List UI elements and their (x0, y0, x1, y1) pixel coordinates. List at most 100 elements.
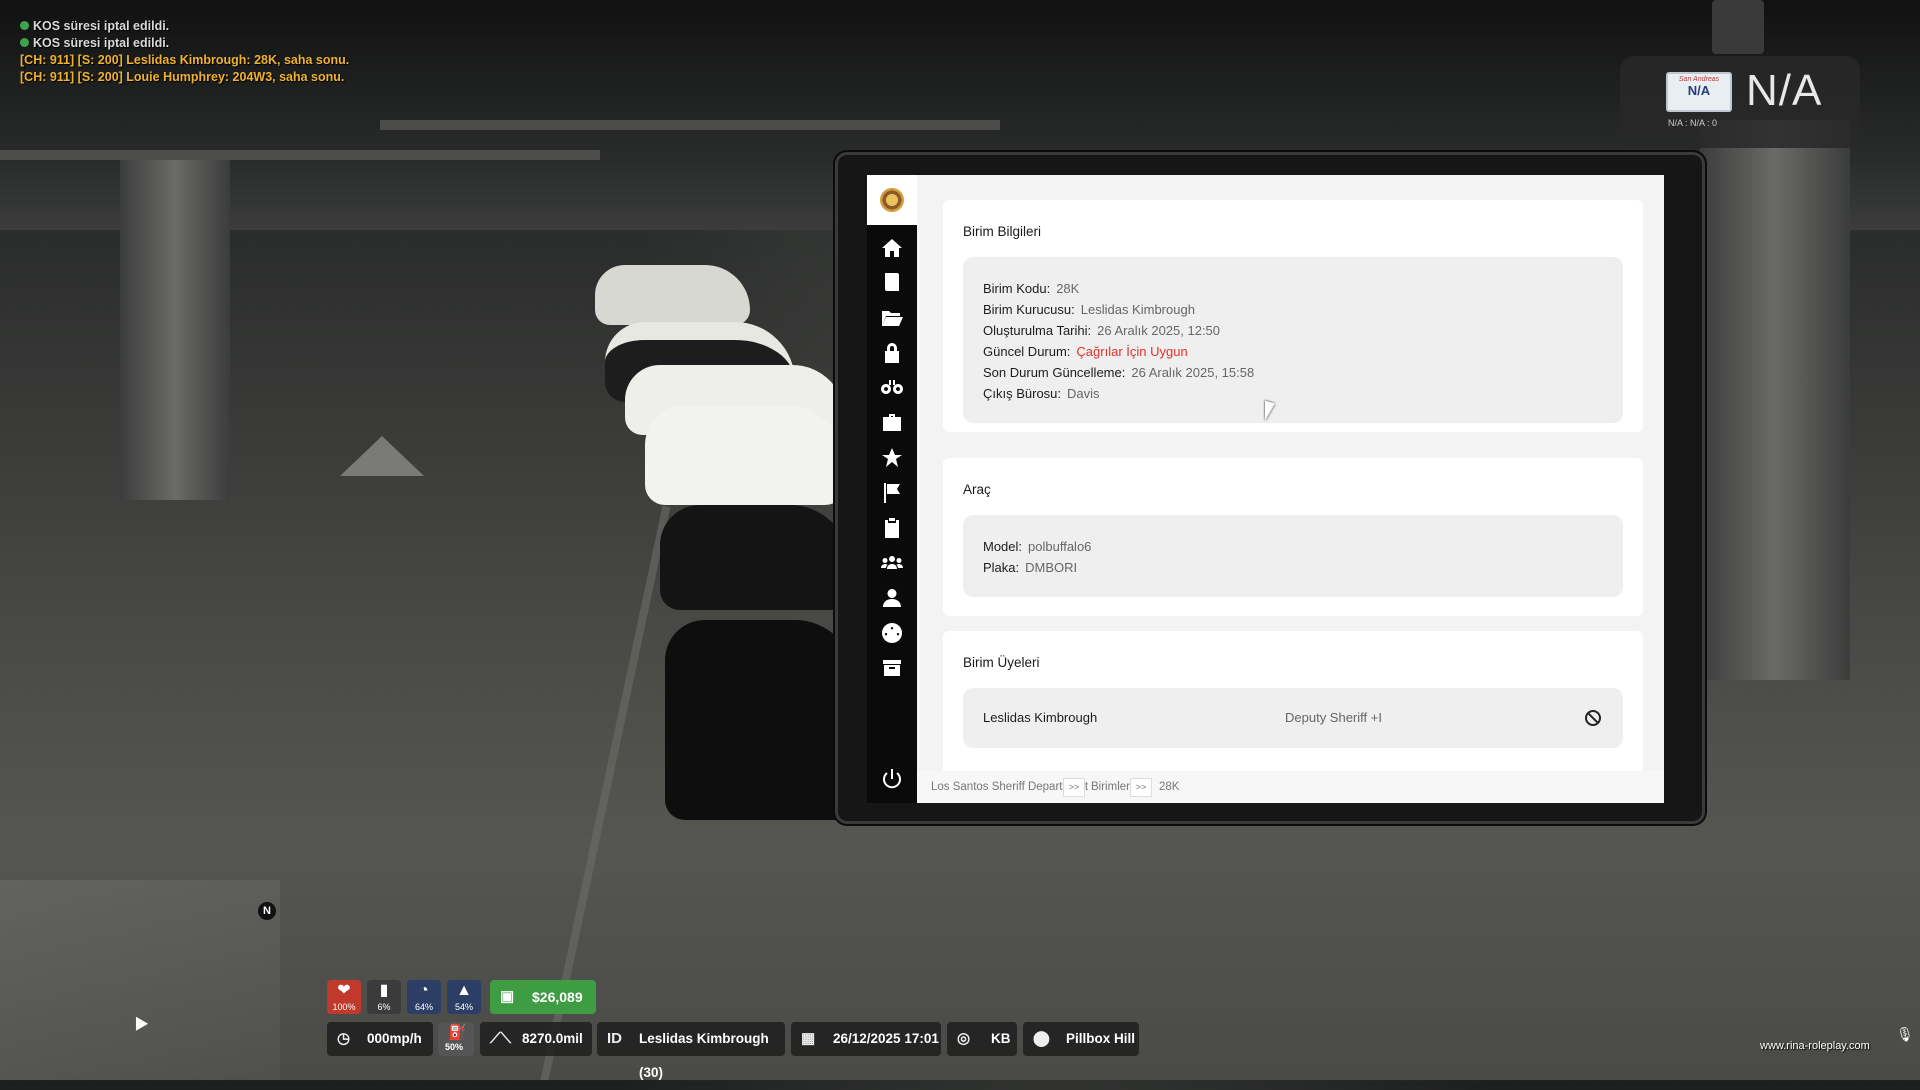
user-icon (883, 589, 901, 607)
armor-icon: ▮ (379, 982, 389, 999)
fuel-display: ⛽ 50% (438, 1022, 474, 1056)
status-badge: Çağrılar İçin Uygun (1076, 344, 1188, 359)
money-display: ▣ $26,089 (490, 980, 596, 1014)
unit-status-row: Güncel Durum: Çağrılar İçin Uygun (983, 344, 1188, 359)
road-icon: ⟋⟍ (490, 1030, 512, 1047)
vehicle-title: Araç (963, 482, 991, 497)
breadcrumb-item[interactable]: 28K (1159, 781, 1179, 793)
vehicle-plate-row: Plaka: DMBORI (983, 560, 1078, 575)
unit-updated-row: Son Durum Güncelleme: 26 Aralık 2025, 15:… (983, 365, 1255, 380)
badge-icon (880, 188, 904, 212)
speedometer-icon: ◷ (337, 1030, 351, 1047)
sheriff-badge-logo[interactable] (867, 175, 917, 225)
mouse-cursor-icon (1265, 400, 1275, 424)
ceiling-beam (0, 150, 600, 160)
folder-open-icon (882, 311, 903, 326)
sidebar-item-reports[interactable] (867, 269, 917, 297)
armor-stat: ▮ 6% (367, 980, 401, 1014)
breadcrumb-item[interactable]: Birimler (1091, 781, 1130, 793)
sidebar-item-flags[interactable] (867, 479, 917, 507)
police-car (665, 620, 855, 820)
datetime-display: ▦ 26/12/2025 17:01 (791, 1022, 941, 1056)
sidebar-item-home[interactable] (867, 234, 917, 262)
status-dot-icon (20, 21, 29, 30)
license-plate: San Andreas N/A (1666, 72, 1732, 112)
sidebar-item-archive[interactable] (867, 654, 917, 682)
sidebar-item-favorites[interactable] (867, 444, 917, 472)
unit-office-row: Çıkış Bürosu: Davis (983, 386, 1100, 401)
minimap-north-icon: N (258, 902, 276, 920)
sidebar (867, 175, 917, 803)
star-icon (882, 448, 902, 467)
police-car (645, 405, 845, 505)
direction-display: ◎ KB (947, 1022, 1017, 1056)
binoculars-icon (881, 380, 904, 394)
plate-reader (1620, 56, 1860, 148)
plate-reader-mount (1712, 0, 1764, 54)
server-website: www.rina-roleplay.com (1760, 1040, 1870, 1052)
main-content: Birim Bilgileri Birim Kodu: 28K Birim Kur… (917, 175, 1664, 771)
sidebar-item-groups[interactable] (867, 549, 917, 577)
food-icon: ◔ (419, 982, 429, 999)
status-dot-icon (20, 38, 29, 47)
members-card: Birim Üyeleri Leslidas Kimbrough Deputy … (943, 631, 1643, 771)
table-row[interactable]: Leslidas Kimbrough Deputy Sheriff +I (963, 688, 1623, 748)
microphone-icon: 🎙 (1896, 1026, 1914, 1042)
lock-icon (885, 343, 899, 363)
police-car (660, 505, 850, 610)
police-van (595, 265, 750, 325)
hunger-stat: ◔ 64% (407, 980, 441, 1014)
id-icon: ID (607, 1030, 622, 1047)
chat-line: [CH: 911] [S: 200] Louie Humphrey: 204W3… (20, 70, 345, 84)
gauge-icon (882, 623, 903, 643)
chat-line: KOS süresi iptal edildi. (20, 18, 349, 35)
heart-icon: ❤ (337, 982, 351, 999)
chat-line: [CH: 911] [S: 200] Leslidas Kimbrough: 2… (20, 53, 350, 67)
chat-line: KOS süresi iptal edildi. (20, 35, 349, 52)
vehicle-model-row: Model: polbuffalo6 (983, 539, 1092, 554)
flag-icon (884, 483, 900, 503)
wallet-icon: ▣ (500, 988, 515, 1005)
plate-reading-details: N/A : N/A : 0 (1668, 118, 1718, 128)
floor-arrow (340, 436, 424, 476)
power-button[interactable] (867, 765, 917, 793)
breadcrumb: Los Santos Sheriff Department >> Birimle… (917, 771, 1664, 803)
users-icon (881, 556, 903, 569)
breadcrumb-separator: >> (1063, 778, 1085, 797)
sidebar-item-files[interactable] (867, 304, 917, 332)
breadcrumb-separator: >> (1130, 778, 1152, 797)
sidebar-item-cases[interactable] (867, 409, 917, 437)
power-icon (883, 769, 901, 789)
member-rank: Deputy Sheriff +I (1285, 710, 1382, 725)
members-title: Birim Üyeleri (963, 655, 1040, 670)
home-icon (882, 239, 902, 257)
location-pin-icon: ⬤ (1033, 1030, 1050, 1047)
unit-info-box: Birim Kodu: 28K Birim Kurucusu: Leslidas K… (963, 257, 1623, 423)
chat-log: KOS süresi iptal edildi. KOS süresi ipta… (20, 18, 349, 86)
location-display: ⬤ Pillbox Hill (1023, 1022, 1139, 1056)
plate-reading: N/A (1746, 66, 1823, 115)
vehicle-card: Araç Model: polbuffalo6 Plaka: DMBORI (943, 458, 1643, 616)
sidebar-item-evidence[interactable] (867, 514, 917, 542)
unit-code-row: Birim Kodu: 28K (983, 281, 1080, 296)
document-icon (885, 273, 899, 291)
sidebar-item-profile[interactable] (867, 584, 917, 612)
sidebar-item-locks[interactable] (867, 339, 917, 367)
calendar-icon: ▦ (801, 1030, 816, 1047)
unit-founder-row: Birim Kurucusu: Leslidas Kimbrough (983, 302, 1195, 317)
thirst-stat: ▲ 54% (447, 980, 481, 1014)
mileage-display: ⟋⟍ 8270.0mil (480, 1022, 592, 1056)
compass-icon: ◎ (957, 1030, 971, 1047)
mdt-screen: Birim Bilgileri Birim Kodu: 28K Birim Kur… (867, 175, 1664, 803)
sidebar-item-dashboard[interactable] (867, 619, 917, 647)
garage-pillar (1700, 120, 1850, 680)
drink-icon: ▲ (456, 982, 472, 999)
garage-pillar (120, 160, 230, 500)
remove-member-ban-icon[interactable] (1585, 710, 1601, 726)
archive-icon (883, 660, 901, 676)
vehicle-box: Model: polbuffalo6 Plaka: DMBORI (963, 515, 1623, 597)
sidebar-item-search[interactable] (867, 374, 917, 402)
player-id-display: ID Leslidas Kimbrough (30) (597, 1022, 785, 1080)
unit-created-row: Oluşturulma Tarihi: 26 Aralık 2025, 12:50 (983, 323, 1221, 338)
unit-info-title: Birim Bilgileri (963, 224, 1042, 239)
